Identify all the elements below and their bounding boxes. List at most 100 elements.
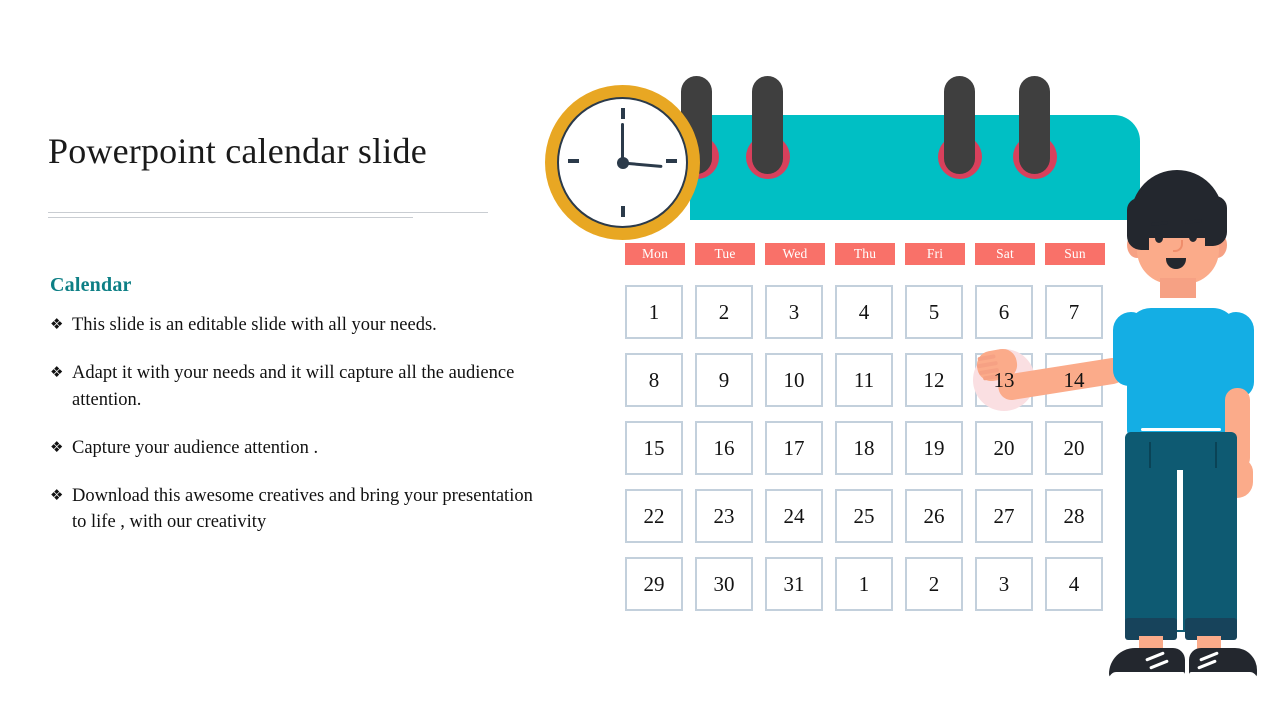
date-cell-label: 22	[643, 503, 665, 528]
date-cell[interactable]: 23	[695, 489, 753, 543]
date-cell-label: 4	[1068, 571, 1080, 596]
hair-left-side	[1127, 198, 1149, 250]
shirt-hem-line	[1141, 428, 1221, 431]
person-illustration	[974, 170, 1280, 690]
list-item-text: Adapt it with your needs and it will cap…	[72, 363, 515, 410]
date-cell-label: 1	[858, 571, 870, 596]
date-cell-label: 26	[923, 503, 945, 528]
date-cell-label: 27	[993, 503, 1015, 528]
date-cell-label: 8	[648, 367, 660, 392]
date-cell-label: 13	[993, 367, 1015, 392]
leg-separation	[1177, 470, 1183, 630]
date-cell-label: 3	[788, 299, 800, 324]
clock-icon	[545, 85, 700, 240]
binder-post-4	[1019, 76, 1050, 174]
section-heading: Calendar	[50, 274, 132, 296]
date-cell-label: 2	[928, 571, 940, 596]
date-cell-label: 1	[648, 299, 660, 324]
date-cell[interactable]: 1	[835, 557, 893, 611]
day-header-sat: Sat	[975, 243, 1035, 265]
binder-post-3	[944, 76, 975, 174]
date-cell[interactable]: 2	[695, 285, 753, 339]
date-cell[interactable]: 15	[625, 421, 683, 475]
date-cell-label: 14	[1063, 367, 1085, 392]
date-cell[interactable]: 26	[905, 489, 963, 543]
clock-tick-6	[621, 206, 625, 217]
date-cell[interactable]: 1	[625, 285, 683, 339]
date-cell-label: 15	[643, 435, 665, 460]
clock-face	[557, 97, 688, 228]
calendar-illustration: Mon Tue Wed Thu Fri Sat Sun 1 2 3 4 5 6 …	[520, 60, 1280, 681]
date-cell-label: 10	[783, 367, 805, 392]
calendar-date-grid: 1 2 3 4 5 6 7 8 9 10 11 12 13 14 15 16 1…	[625, 285, 1105, 613]
date-cell-label: 23	[713, 503, 735, 528]
pants-pocket-left	[1149, 442, 1151, 468]
date-cell[interactable]: 8	[625, 353, 683, 407]
clock-tick-9	[568, 159, 579, 163]
left-eye	[1155, 233, 1163, 243]
list-item-text: Capture your audience attention .	[72, 437, 319, 458]
list-item: ❖ This slide is an editable slide with a…	[50, 312, 535, 338]
date-cell[interactable]: 16	[695, 421, 753, 475]
date-cell[interactable]: 17	[765, 421, 823, 475]
day-header-wed: Wed	[765, 243, 825, 265]
clock-center-pivot	[617, 157, 629, 169]
clock-tick-3	[666, 159, 677, 163]
date-cell-label: 9	[718, 367, 730, 392]
day-header-tue: Tue	[695, 243, 755, 265]
date-cell-label: 20	[1063, 435, 1085, 460]
slide-canvas: Powerpoint calendar slide Calendar ❖ Thi…	[0, 0, 1280, 720]
date-cell[interactable]: 9	[695, 353, 753, 407]
left-shoe-sole	[1109, 672, 1185, 681]
date-cell-label: 12	[923, 367, 945, 392]
date-cell-label: 17	[783, 435, 805, 460]
shirt-torso	[1127, 308, 1237, 438]
binder-post-2	[752, 76, 783, 174]
date-cell[interactable]: 24	[765, 489, 823, 543]
date-cell-label: 20	[993, 435, 1015, 460]
date-cell[interactable]: 2	[905, 557, 963, 611]
date-cell-label: 6	[998, 299, 1010, 324]
title-divider-line-top	[48, 212, 488, 213]
date-cell[interactable]: 31	[765, 557, 823, 611]
date-cell[interactable]: 5	[905, 285, 963, 339]
date-cell[interactable]: 10	[765, 353, 823, 407]
date-cell[interactable]: 11	[835, 353, 893, 407]
date-cell-label: 3	[998, 571, 1010, 596]
title-divider-line-bottom	[48, 217, 413, 218]
shoe-lace	[1145, 651, 1165, 662]
right-shoe-sole	[1189, 672, 1257, 681]
date-cell[interactable]: 29	[625, 557, 683, 611]
diamond-bullet-icon: ❖	[50, 363, 64, 382]
date-cell-label: 4	[858, 299, 870, 324]
date-cell-label: 25	[853, 503, 875, 528]
date-cell[interactable]: 22	[625, 489, 683, 543]
diamond-bullet-icon: ❖	[50, 486, 64, 505]
right-eye	[1189, 232, 1197, 242]
date-cell-label: 19	[923, 435, 945, 460]
diamond-bullet-icon: ❖	[50, 315, 64, 333]
date-cell[interactable]: 6	[975, 285, 1033, 339]
date-cell[interactable]: 18	[835, 421, 893, 475]
list-item: ❖ Adapt it with your needs and it will c…	[50, 360, 535, 413]
list-item: ❖ Capture your audience attention .	[50, 435, 535, 461]
date-cell[interactable]: 4	[835, 285, 893, 339]
hair-right-side	[1205, 196, 1227, 246]
pants-pocket-right	[1215, 442, 1217, 468]
date-cell[interactable]: 30	[695, 557, 753, 611]
list-item: ❖ Download this awesome creatives and br…	[50, 483, 535, 536]
date-cell[interactable]: 19	[905, 421, 963, 475]
date-cell[interactable]: 20	[975, 421, 1033, 475]
date-cell[interactable]: 3	[975, 557, 1033, 611]
clock-tick-12	[621, 108, 625, 119]
date-cell[interactable]: 3	[765, 285, 823, 339]
day-header-thu: Thu	[835, 243, 895, 265]
date-cell-label: 30	[713, 571, 735, 596]
finger	[977, 354, 996, 362]
date-cell[interactable]: 27	[975, 489, 1033, 543]
date-cell[interactable]: 25	[835, 489, 893, 543]
date-cell[interactable]: 12	[905, 353, 963, 407]
date-cell-label: 16	[713, 435, 735, 460]
date-cell-label: 2	[718, 299, 730, 324]
day-header-fri: Fri	[905, 243, 965, 265]
